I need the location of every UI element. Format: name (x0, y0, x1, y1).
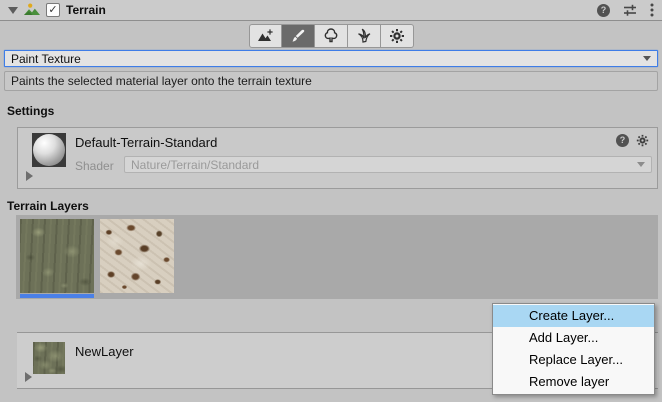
material-preview-thumbnail[interactable] (32, 133, 66, 167)
paint-details-button[interactable] (348, 24, 381, 48)
terrain-layers-section-label: Terrain Layers (7, 199, 662, 213)
rock-texture-thumbnail[interactable] (100, 219, 174, 293)
help-icon[interactable]: ? (597, 4, 610, 17)
terrain-component-icon (24, 2, 40, 18)
help-icon[interactable]: ? (616, 134, 629, 147)
gear-icon[interactable] (636, 134, 649, 147)
component-title: Terrain (66, 3, 106, 17)
chevron-down-icon (637, 162, 645, 167)
layer-context-menu: Create Layer... Add Layer... Replace Lay… (492, 303, 655, 395)
terrain-settings-button[interactable] (381, 24, 414, 48)
mountain-plus-icon (257, 28, 274, 44)
presets-icon[interactable] (623, 3, 637, 17)
menu-item-create-layer[interactable]: Create Layer... (493, 305, 654, 327)
create-neighbor-terrains-button[interactable] (249, 24, 282, 48)
new-layer-name: NewLayer (75, 344, 134, 359)
inspector-header: ✓ Terrain ? (0, 0, 662, 21)
shader-dropdown[interactable]: Nature/Terrain/Standard (124, 156, 652, 173)
kebab-menu-icon[interactable] (650, 3, 654, 17)
paint-tool-dropdown-value: Paint Texture (11, 52, 81, 66)
terrain-toolbar (0, 21, 662, 48)
paint-terrain-button[interactable] (282, 24, 315, 48)
grass-texture-thumbnail[interactable] (20, 219, 94, 293)
new-layer-foldout-icon[interactable] (25, 372, 32, 382)
paint-trees-button[interactable] (315, 24, 348, 48)
grass-details-icon (356, 28, 372, 44)
tool-description-text: Paints the selected material layer onto … (11, 74, 312, 88)
paint-tool-dropdown[interactable]: Paint Texture (4, 50, 658, 67)
material-name: Default-Terrain-Standard (75, 135, 217, 150)
terrain-material-box[interactable]: Default-Terrain-Standard ? Shader Nature… (17, 127, 658, 189)
terrain-layer-grass[interactable] (20, 219, 94, 299)
gear-icon (389, 28, 405, 44)
tool-description-helpbox: Paints the selected material layer onto … (4, 71, 658, 91)
terrain-layers-palette[interactable] (16, 215, 658, 299)
shader-dropdown-value: Nature/Terrain/Standard (131, 158, 259, 172)
foldout-expanded-icon[interactable] (8, 7, 18, 14)
material-foldout-icon[interactable] (26, 171, 33, 181)
settings-section-label: Settings (7, 104, 662, 118)
menu-item-remove-layer[interactable]: Remove layer (493, 371, 654, 393)
menu-item-replace-layer[interactable]: Replace Layer... (493, 349, 654, 371)
tree-icon (323, 28, 339, 44)
paint-brush-icon (290, 28, 306, 44)
material-sphere-preview (33, 134, 65, 166)
terrain-layer-rock[interactable] (100, 219, 174, 299)
selected-layer-indicator (20, 294, 94, 298)
chevron-down-icon (643, 56, 651, 61)
new-layer-thumbnail[interactable] (33, 342, 65, 374)
component-enabled-checkbox[interactable]: ✓ (46, 3, 60, 17)
menu-item-add-layer[interactable]: Add Layer... (493, 327, 654, 349)
shader-label: Shader (75, 159, 114, 173)
